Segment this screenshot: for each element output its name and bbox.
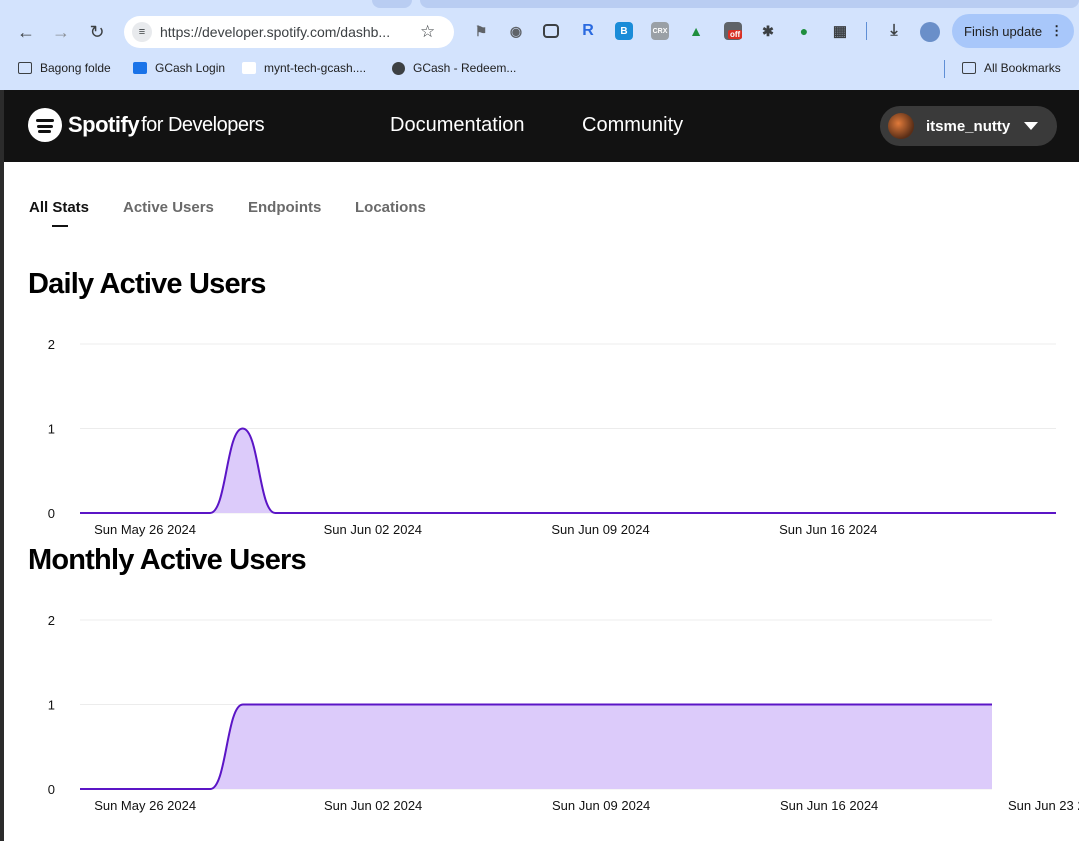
bookmark-label: GCash Login	[155, 61, 226, 75]
series-area	[80, 704, 992, 789]
bookmark-item[interactable]: GCash Login	[133, 61, 225, 75]
all-bookmarks-label: All Bookmarks	[984, 61, 1061, 75]
tab-strip-edge	[372, 0, 412, 8]
username: itsme_nutty	[926, 117, 1011, 135]
bookmark-label: GCash - Redeem...	[413, 61, 517, 75]
active-tab-indicator	[52, 225, 68, 227]
x-tick-label: Sun Jun 16 2024	[779, 522, 877, 537]
r-extension-icon[interactable]: R	[579, 22, 597, 40]
bookmark-label: Bagong folde	[40, 61, 111, 75]
spotify-icon	[28, 108, 62, 142]
y-tick-label: 2	[48, 613, 55, 628]
bookmark-item[interactable]: mynt-tech-gcash....	[242, 61, 366, 75]
tab-locations[interactable]: Locations	[355, 199, 426, 216]
reload-icon[interactable]: ↻	[85, 20, 109, 44]
bookmark-folder[interactable]: Bagong folde	[18, 61, 111, 75]
finish-update-button[interactable]: Finish update ⋮	[952, 14, 1074, 48]
x-tick-label: Sun Jun 02 2024	[324, 522, 422, 537]
more-menu-icon[interactable]: ⋮	[1050, 23, 1063, 39]
site-settings-icon[interactable]: ≡	[132, 22, 152, 42]
forward-icon[interactable]: →	[49, 20, 73, 44]
bird-icon[interactable]: ●	[795, 22, 813, 40]
bookmarks-bar: Bagong folde GCash Login mynt-tech-gcash…	[0, 58, 1079, 82]
bug-icon[interactable]: ✱	[759, 22, 777, 40]
tab-endpoints[interactable]: Endpoints	[248, 199, 321, 216]
browser-toolbar: ← → ↻ ≡ https://developer.spotify.com/da…	[0, 10, 1079, 54]
y-tick-label: 0	[48, 782, 55, 797]
profile-avatar-icon[interactable]	[920, 22, 940, 42]
globe-icon	[392, 61, 405, 75]
camera-icon[interactable]	[543, 24, 559, 38]
tab-strip-edge	[420, 0, 1079, 8]
series-line	[80, 427, 1056, 514]
avatar	[888, 113, 914, 139]
user-menu-button[interactable]: itsme_nutty	[880, 106, 1057, 146]
series-area	[80, 428, 1056, 513]
spotify-logo[interactable]: Spotify for Developers	[28, 108, 265, 142]
x-tick-label: Sun Jun 09 2024	[551, 522, 649, 537]
x-tick-label: Sun Jun 02 2024	[324, 798, 422, 813]
x-tick-label: Sun Jun 09 2024	[552, 798, 650, 813]
y-tick-label: 1	[48, 422, 55, 437]
back-icon[interactable]: ←	[14, 20, 38, 44]
bookmark-label: mynt-tech-gcash....	[264, 61, 367, 75]
toolbar-divider	[866, 22, 867, 40]
folder-icon	[962, 62, 976, 74]
all-bookmarks[interactable]: All Bookmarks	[962, 61, 1061, 75]
window-edge	[0, 90, 4, 841]
bookmarks-divider	[944, 60, 945, 78]
x-tick-label: Sun May 26 2024	[94, 798, 196, 813]
tab-all-stats[interactable]: All Stats	[29, 199, 89, 216]
pin-icon[interactable]: ◉	[507, 22, 525, 40]
gcash-icon	[133, 62, 147, 74]
x-tick-label: Sun Jun 16 2024	[780, 798, 878, 813]
y-tick-label: 0	[48, 506, 55, 521]
crx-extension-icon[interactable]: CRX	[651, 22, 669, 40]
folder-icon	[18, 62, 32, 74]
bookmark-star-icon[interactable]: ☆	[420, 22, 435, 42]
flag-icon[interactable]: ⚑	[472, 22, 490, 40]
tab-active-users[interactable]: Active Users	[123, 199, 214, 216]
series-line	[80, 703, 992, 790]
off-extension-icon[interactable]: off	[724, 22, 743, 40]
download-icon[interactable]: ⤓	[885, 22, 903, 40]
y-tick-label: 2	[48, 337, 55, 352]
finish-update-label: Finish update	[964, 23, 1043, 39]
site-header: Spotify for Developers Documentation Com…	[4, 90, 1079, 162]
bookmark-item[interactable]: GCash - Redeem...	[392, 61, 516, 75]
monthly-active-users-title: Monthly Active Users	[28, 544, 307, 576]
url-text[interactable]: https://developer.spotify.com/dashb...	[160, 24, 412, 40]
chevron-down-icon	[1024, 122, 1039, 130]
x-tick-label: Sun Jun 23 2024	[1008, 798, 1079, 813]
extensions-puzzle-icon[interactable]: ▦	[831, 22, 849, 40]
x-tick-label: Sun May 26 2024	[94, 522, 196, 537]
nav-community[interactable]: Community	[582, 114, 683, 137]
brand-subtitle: for Developers	[141, 113, 265, 136]
address-bar[interactable]: ≡ https://developer.spotify.com/dashb...…	[124, 16, 454, 48]
off-badge: off	[728, 30, 743, 39]
b-extension-icon[interactable]: B	[615, 22, 633, 40]
daily-active-users-title: Daily Active Users	[28, 268, 266, 300]
page-icon	[242, 62, 256, 74]
browser-chrome: ← → ↻ ≡ https://developer.spotify.com/da…	[0, 0, 1079, 90]
brand-name: Spotify	[68, 112, 140, 137]
nav-documentation[interactable]: Documentation	[390, 114, 525, 137]
hat-extension-icon[interactable]: ▲	[687, 22, 705, 40]
y-tick-label: 1	[48, 698, 55, 713]
